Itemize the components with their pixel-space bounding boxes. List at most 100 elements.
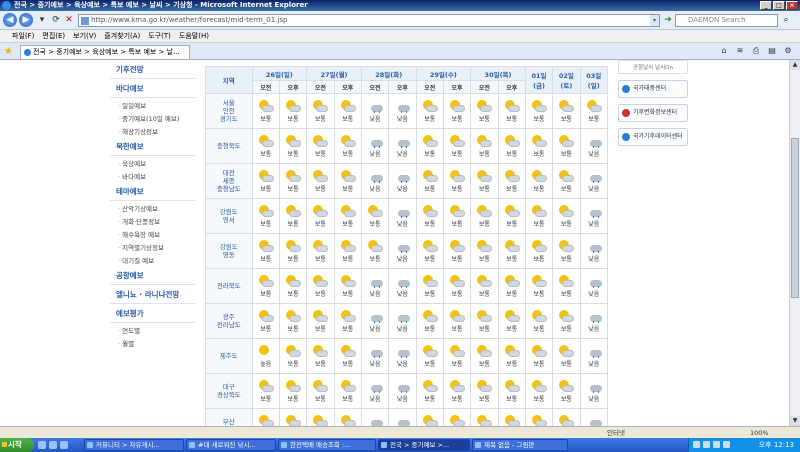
sidebar-heading[interactable]: 바다예보 bbox=[110, 79, 195, 98]
typhoon-center-link[interactable]: 국가태풍센터 bbox=[618, 80, 688, 98]
tray-antivirus-icon[interactable] bbox=[713, 441, 720, 448]
menu-view[interactable]: 보기(V) bbox=[69, 30, 100, 42]
sidebar-heading[interactable]: 북한예보 bbox=[110, 137, 195, 156]
forecast-label: 보통 bbox=[560, 360, 572, 368]
task-community[interactable]: 커뮤니티 > 자유게시... bbox=[84, 439, 184, 451]
task-kma-forecast[interactable]: 전국 > 중기예보 >... bbox=[378, 439, 470, 451]
forecast-label: 보통 bbox=[342, 255, 354, 263]
sidebar-item[interactable]: 해수욕장 예보 bbox=[110, 227, 195, 240]
forecast-cell: 보통 bbox=[442, 233, 472, 269]
refresh-icon[interactable]: ⟳ bbox=[50, 14, 62, 27]
tray-volume-icon[interactable] bbox=[703, 441, 710, 448]
partly-cloudy-icon bbox=[558, 169, 575, 183]
tray-network-icon[interactable] bbox=[693, 441, 700, 448]
menu-help[interactable]: 도움말(H) bbox=[175, 30, 213, 42]
sidebar-item[interactable]: 산악기상예보 bbox=[110, 201, 195, 214]
sidebar-item[interactable]: 해상기상정보 bbox=[110, 124, 195, 137]
climate-data-link[interactable]: 국가기후데이터센터 bbox=[618, 128, 688, 146]
forecast-label: 보통 bbox=[533, 185, 545, 193]
forecast-label: 보통 bbox=[287, 220, 299, 228]
minimize-button[interactable]: _ bbox=[760, 1, 772, 10]
forecast-label: 보통 bbox=[506, 115, 518, 123]
partly-cloudy-icon bbox=[504, 204, 520, 218]
rain-cloud-icon bbox=[367, 275, 384, 288]
menu-edit[interactable]: 편집(E) bbox=[38, 30, 69, 42]
partly-cloudy-icon bbox=[312, 134, 329, 148]
forecast-cell: 보통 bbox=[524, 373, 554, 409]
forecast-cell: 낮음 bbox=[360, 128, 390, 164]
partly-cloudy-icon bbox=[312, 239, 329, 253]
scroll-down-icon[interactable]: ▼ bbox=[790, 416, 800, 426]
vertical-scrollbar[interactable]: ▲ ▼ bbox=[789, 60, 800, 426]
task-fishing[interactable]: #대 새로워진 낚시... bbox=[186, 439, 276, 451]
sidebar-heading[interactable]: 예보평가 bbox=[110, 304, 195, 323]
quick-launch-media-icon[interactable] bbox=[60, 441, 68, 449]
sidebar-item[interactable]: 대기질 예보 bbox=[110, 253, 195, 266]
window-titlebar[interactable]: 전국 > 중기예보 > 육상예보 > 특보 예보 > 날씨 > 기상청 - Mi… bbox=[0, 0, 800, 11]
forecast-label: 낮음 bbox=[588, 150, 600, 158]
feeds-icon[interactable]: ≋ bbox=[734, 46, 746, 57]
forecast-cell: 보통 bbox=[470, 303, 499, 339]
forecast-label: 보통 bbox=[287, 290, 299, 298]
sidebar-item[interactable]: 중기예보(10일 예보) bbox=[110, 111, 195, 124]
address-dropdown-icon[interactable]: ▾ bbox=[650, 15, 659, 26]
forecast-cell: 보통 bbox=[470, 128, 499, 164]
forecast-cell: 보통 bbox=[524, 233, 554, 269]
back-icon[interactable]: ◀ bbox=[3, 13, 17, 27]
partly-cloudy-icon bbox=[531, 204, 548, 218]
system-tray: 오후 12:13 bbox=[688, 438, 800, 452]
menu-tools[interactable]: 도구(T) bbox=[144, 30, 175, 42]
browser-tab[interactable]: 전국 > 중기예보 > 육상예보 > 특보 예보 > 날... bbox=[20, 45, 190, 59]
forecast-label: 보통 bbox=[424, 150, 436, 158]
menu-favorites[interactable]: 즐겨찾기(A) bbox=[100, 30, 144, 42]
sidebar-heading[interactable]: 테마예보 bbox=[110, 182, 195, 201]
partly-cloudy-icon bbox=[340, 169, 356, 183]
quick-launch-desktop-icon[interactable] bbox=[49, 441, 57, 449]
address-toolbar: ◀ ▶ ▾ ⟳ ✕ http://www.kma.go.kr/weather/f… bbox=[0, 11, 800, 30]
scroll-up-icon[interactable]: ▲ bbox=[790, 60, 800, 70]
search-input[interactable]: DAEMON Search bbox=[675, 14, 778, 27]
task-paint[interactable]: 제목 없음 - 그림판 bbox=[472, 439, 568, 451]
forecast-cell: 낮음 bbox=[388, 93, 417, 129]
home-icon[interactable]: ⌂ bbox=[718, 46, 730, 57]
sidebar-item[interactable]: 지역별기상정보 bbox=[110, 240, 195, 253]
sidebar-item[interactable]: 일일예보 bbox=[110, 98, 195, 111]
partly-cloudy-icon bbox=[476, 204, 493, 218]
start-button[interactable]: 시작 bbox=[0, 438, 34, 452]
climate-info-link[interactable]: 기후변화정보센터 bbox=[618, 104, 688, 122]
forecast-label: 보통 bbox=[451, 185, 463, 193]
forecast-cell: 낮음 bbox=[579, 408, 609, 426]
sidebar-item[interactable]: 바다예보 bbox=[110, 169, 195, 182]
print-icon[interactable]: ⎙ bbox=[750, 46, 762, 57]
close-button[interactable]: × bbox=[786, 1, 798, 10]
forecast-cell: 낮음 bbox=[388, 128, 417, 164]
task-delivery[interactable]: 한전택배 배송조회 :... bbox=[278, 439, 376, 451]
forward-icon[interactable]: ▶ bbox=[19, 13, 33, 27]
tray-ime-icon[interactable] bbox=[723, 441, 730, 448]
partly-cloudy-icon bbox=[312, 204, 329, 218]
sidebar-item[interactable]: 월별 bbox=[110, 336, 195, 349]
related-links-top[interactable]: 공항날씨 날씨On bbox=[618, 60, 688, 74]
forecast-label: 보통 bbox=[287, 360, 299, 368]
sidebar-item[interactable]: 연도별 bbox=[110, 323, 195, 336]
stop-icon[interactable]: ✕ bbox=[63, 14, 75, 27]
sidebar-item[interactable]: 육상예보 bbox=[110, 156, 195, 169]
sidebar-heading[interactable]: 기후전망 bbox=[110, 60, 195, 79]
partly-cloudy-icon bbox=[285, 344, 302, 358]
address-input[interactable]: http://www.kma.go.kr/weather/forecast/mi… bbox=[78, 14, 660, 27]
dropdown-icon[interactable]: ▾ bbox=[36, 14, 48, 27]
forecast-cell: 보통 bbox=[306, 373, 335, 409]
maximize-button[interactable]: □ bbox=[773, 1, 785, 10]
favorites-star-icon[interactable]: ★ bbox=[4, 46, 13, 57]
menu-file[interactable]: 파일(F) bbox=[8, 30, 38, 42]
quick-launch-ie-icon[interactable] bbox=[38, 441, 46, 449]
sidebar-heading[interactable]: 엘니뇨 · 라니냐전망 bbox=[110, 285, 195, 304]
sidebar-item[interactable]: 개화·단풍정보 bbox=[110, 214, 195, 227]
go-icon[interactable]: ➜ bbox=[662, 14, 674, 27]
rain-cloud-icon bbox=[394, 240, 411, 253]
scroll-thumb[interactable] bbox=[791, 138, 799, 298]
page-menu-icon[interactable]: ▤ bbox=[766, 46, 778, 57]
sidebar-heading[interactable]: 공항예보 bbox=[110, 266, 195, 285]
search-icon[interactable]: ⌕ bbox=[780, 14, 792, 27]
tools-menu-icon[interactable]: ⚙ bbox=[782, 46, 794, 57]
